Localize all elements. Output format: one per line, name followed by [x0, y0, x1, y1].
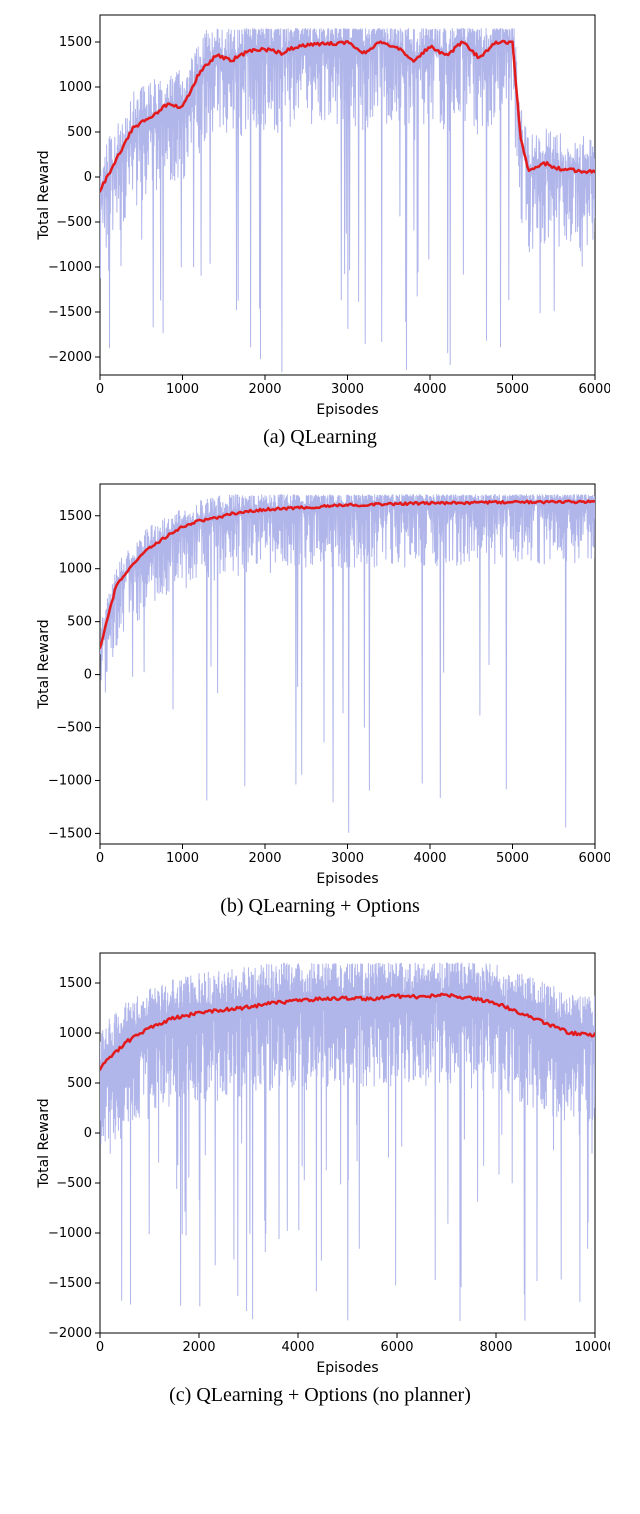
chart-b-svg: 0 1000 2000 3000 4000 5000 6000 −1500 −1000 −500 0…	[30, 469, 610, 889]
svg-text:−1000: −1000	[48, 773, 92, 788]
chart-b-caption: (b) QLearning + Options	[0, 895, 640, 918]
svg-text:2000: 2000	[248, 851, 281, 866]
figure-page: 0100020003000400050006000−2000−1500−1000…	[0, 0, 640, 1407]
svg-text:2000: 2000	[248, 382, 281, 397]
svg-text:−1500: −1500	[48, 1276, 92, 1291]
svg-text:Total Reward: Total Reward	[36, 1098, 52, 1188]
svg-text:Total Reward: Total Reward	[36, 150, 52, 240]
svg-text:1000: 1000	[166, 382, 199, 397]
svg-text:500: 500	[67, 125, 92, 140]
svg-text:0: 0	[96, 1340, 104, 1355]
svg-text:−1000: −1000	[48, 260, 92, 275]
chart-c-caption: (c) QLearning + Options (no planner)	[0, 1384, 640, 1407]
chart-a-caption: (a) QLearning	[0, 426, 640, 449]
chart-a-plot: 0100020003000400050006000−2000−1500−1000…	[30, 0, 610, 420]
svg-text:−500: −500	[56, 1176, 92, 1191]
svg-text:1000: 1000	[59, 80, 92, 95]
svg-text:−2000: −2000	[48, 1326, 92, 1341]
svg-text:1000: 1000	[166, 851, 199, 866]
svg-text:500: 500	[67, 615, 92, 630]
svg-text:1500: 1500	[59, 976, 92, 991]
svg-text:8000: 8000	[479, 1340, 512, 1355]
svg-text:−500: −500	[56, 721, 92, 736]
svg-text:Episodes: Episodes	[316, 402, 378, 418]
svg-text:10000: 10000	[574, 1340, 610, 1355]
svg-text:1500: 1500	[59, 35, 92, 50]
svg-text:6000: 6000	[380, 1340, 413, 1355]
chart-c-plot: 0200040006000800010000−2000−1500−1000−50…	[30, 938, 610, 1378]
svg-text:1500: 1500	[59, 509, 92, 524]
svg-text:500: 500	[67, 1076, 92, 1091]
svg-text:3000: 3000	[331, 851, 364, 866]
svg-text:5000: 5000	[496, 382, 529, 397]
svg-text:4000: 4000	[413, 382, 446, 397]
svg-text:3000: 3000	[331, 382, 364, 397]
svg-text:Episodes: Episodes	[316, 1360, 378, 1376]
svg-text:Episodes: Episodes	[316, 871, 378, 887]
svg-text:0: 0	[84, 170, 92, 185]
svg-text:6000: 6000	[578, 851, 610, 866]
svg-text:4000: 4000	[281, 1340, 314, 1355]
svg-text:4000: 4000	[413, 851, 446, 866]
chart-b-block: 0 1000 2000 3000 4000 5000 6000 −1500 −1000 −500 0…	[0, 469, 640, 918]
svg-text:2000: 2000	[182, 1340, 215, 1355]
svg-text:0: 0	[84, 668, 92, 683]
chart-b-plot: 0 1000 2000 3000 4000 5000 6000 −1500 −1000 −500 0…	[30, 469, 610, 889]
svg-text:6000: 6000	[578, 382, 610, 397]
svg-text:0: 0	[96, 851, 104, 866]
svg-text:0: 0	[84, 1126, 92, 1141]
svg-text:−1500: −1500	[48, 305, 92, 320]
chart-a-block: 0100020003000400050006000−2000−1500−1000…	[0, 0, 640, 449]
svg-text:1000: 1000	[59, 562, 92, 577]
svg-text:1000: 1000	[59, 1026, 92, 1041]
svg-text:−500: −500	[56, 215, 92, 230]
svg-text:−2000: −2000	[48, 350, 92, 365]
svg-text:Total Reward: Total Reward	[36, 619, 52, 709]
chart-c-block: 0200040006000800010000−2000−1500−1000−50…	[0, 938, 640, 1407]
svg-text:−1000: −1000	[48, 1226, 92, 1241]
chart-a-svg: 0100020003000400050006000−2000−1500−1000…	[30, 0, 610, 420]
svg-text:5000: 5000	[496, 851, 529, 866]
svg-text:−1500: −1500	[48, 826, 92, 841]
chart-c-svg: 0200040006000800010000−2000−1500−1000−50…	[30, 938, 610, 1378]
svg-text:0: 0	[96, 382, 104, 397]
